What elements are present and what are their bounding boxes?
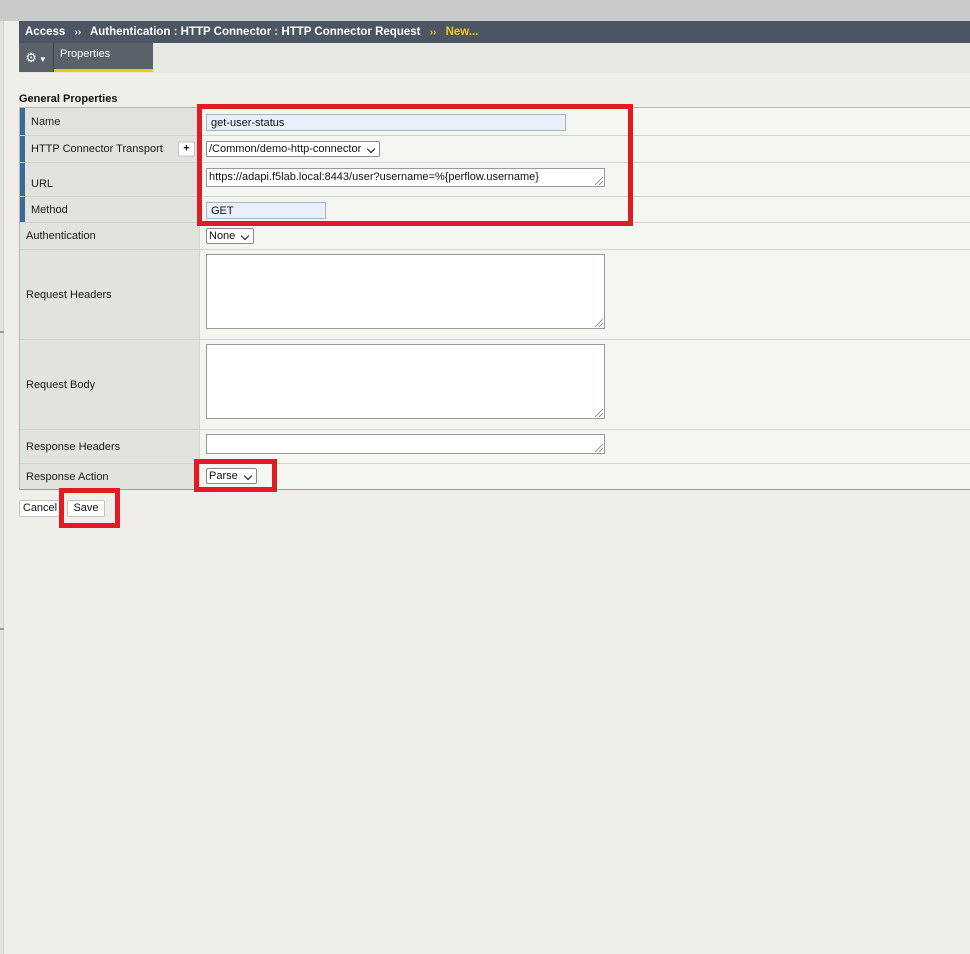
transport-label-cell: HTTP Connector Transport +: [20, 136, 200, 162]
request-body-label: Request Body: [20, 340, 200, 429]
resize-grip-icon[interactable]: [595, 409, 603, 417]
name-value-cell: [200, 108, 970, 135]
top-band: [0, 0, 970, 21]
row-url: URL https://adapi.f5lab.local:8443/user?…: [20, 163, 970, 197]
request-body-textarea[interactable]: [206, 344, 605, 419]
left-edge-mark: [0, 331, 4, 333]
url-label: URL: [20, 163, 200, 196]
authentication-selected: None: [209, 230, 236, 242]
gear-icon: ⚙: [25, 50, 37, 65]
resize-grip-icon[interactable]: [595, 319, 603, 327]
row-method: Method: [20, 197, 970, 223]
chevron-down-icon: ▼: [38, 55, 47, 64]
row-request-headers: Request Headers: [20, 250, 970, 340]
response-headers-value-cell: [200, 430, 970, 463]
authentication-select[interactable]: None: [206, 228, 255, 244]
url-value-cell: https://adapi.f5lab.local:8443/user?user…: [200, 163, 970, 196]
gear-menu-button[interactable]: ⚙ ▼: [19, 43, 54, 72]
method-label: Method: [20, 197, 200, 222]
request-headers-textarea[interactable]: [206, 254, 605, 329]
transport-select[interactable]: /Common/demo-http-connector: [206, 141, 381, 157]
row-name: Name: [20, 108, 970, 136]
breadcrumb-separator: ››: [429, 27, 437, 38]
response-action-value-cell: Parse: [200, 464, 970, 489]
method-input[interactable]: [206, 202, 326, 219]
response-action-label: Response Action: [20, 464, 200, 489]
row-authentication: Authentication None: [20, 223, 970, 250]
url-value: https://adapi.f5lab.local:8443/user?user…: [209, 171, 539, 183]
row-transport: HTTP Connector Transport + /Common/demo-…: [20, 136, 970, 163]
breadcrumb-item-access[interactable]: Access: [25, 26, 65, 38]
name-input[interactable]: [206, 114, 566, 131]
transport-value-cell: /Common/demo-http-connector: [200, 136, 970, 162]
response-action-selected: Parse: [209, 470, 238, 482]
breadcrumb-current: New...: [445, 26, 479, 38]
add-transport-button[interactable]: +: [178, 141, 195, 157]
row-request-body: Request Body: [20, 340, 970, 430]
row-response-headers: Response Headers: [20, 430, 970, 464]
section-title: General Properties: [19, 93, 118, 105]
breadcrumb-separator: ››: [74, 27, 82, 38]
save-button[interactable]: Save: [67, 500, 105, 517]
row-response-action: Response Action Parse: [20, 464, 970, 489]
transport-selected: /Common/demo-http-connector: [209, 143, 362, 155]
tab-bar: ⚙ ▼ Properties: [19, 43, 970, 73]
response-headers-textarea[interactable]: [206, 434, 605, 454]
transport-label: HTTP Connector Transport: [31, 143, 163, 155]
request-headers-label: Request Headers: [20, 250, 200, 339]
resize-grip-icon[interactable]: [595, 444, 603, 452]
url-textarea[interactable]: https://adapi.f5lab.local:8443/user?user…: [206, 168, 605, 187]
cancel-button[interactable]: Cancel: [19, 500, 61, 517]
authentication-label: Authentication: [20, 223, 200, 249]
response-action-select[interactable]: Parse: [206, 468, 257, 484]
method-value-cell: [200, 197, 970, 222]
resize-grip-icon[interactable]: [595, 177, 603, 185]
general-properties-form: Name HTTP Connector Transport + /Common/…: [19, 107, 970, 490]
response-headers-label: Response Headers: [20, 430, 200, 463]
authentication-value-cell: None: [200, 223, 970, 249]
breadcrumb-item-http-connector-request[interactable]: Authentication : HTTP Connector : HTTP C…: [90, 26, 421, 38]
left-edge: [0, 21, 4, 954]
tab-properties[interactable]: Properties: [54, 43, 153, 72]
left-edge-mark: [0, 628, 4, 630]
request-headers-value-cell: [200, 250, 970, 339]
request-body-value-cell: [200, 340, 970, 429]
breadcrumb: Access ›› Authentication : HTTP Connecto…: [19, 21, 970, 43]
name-label: Name: [20, 108, 200, 135]
